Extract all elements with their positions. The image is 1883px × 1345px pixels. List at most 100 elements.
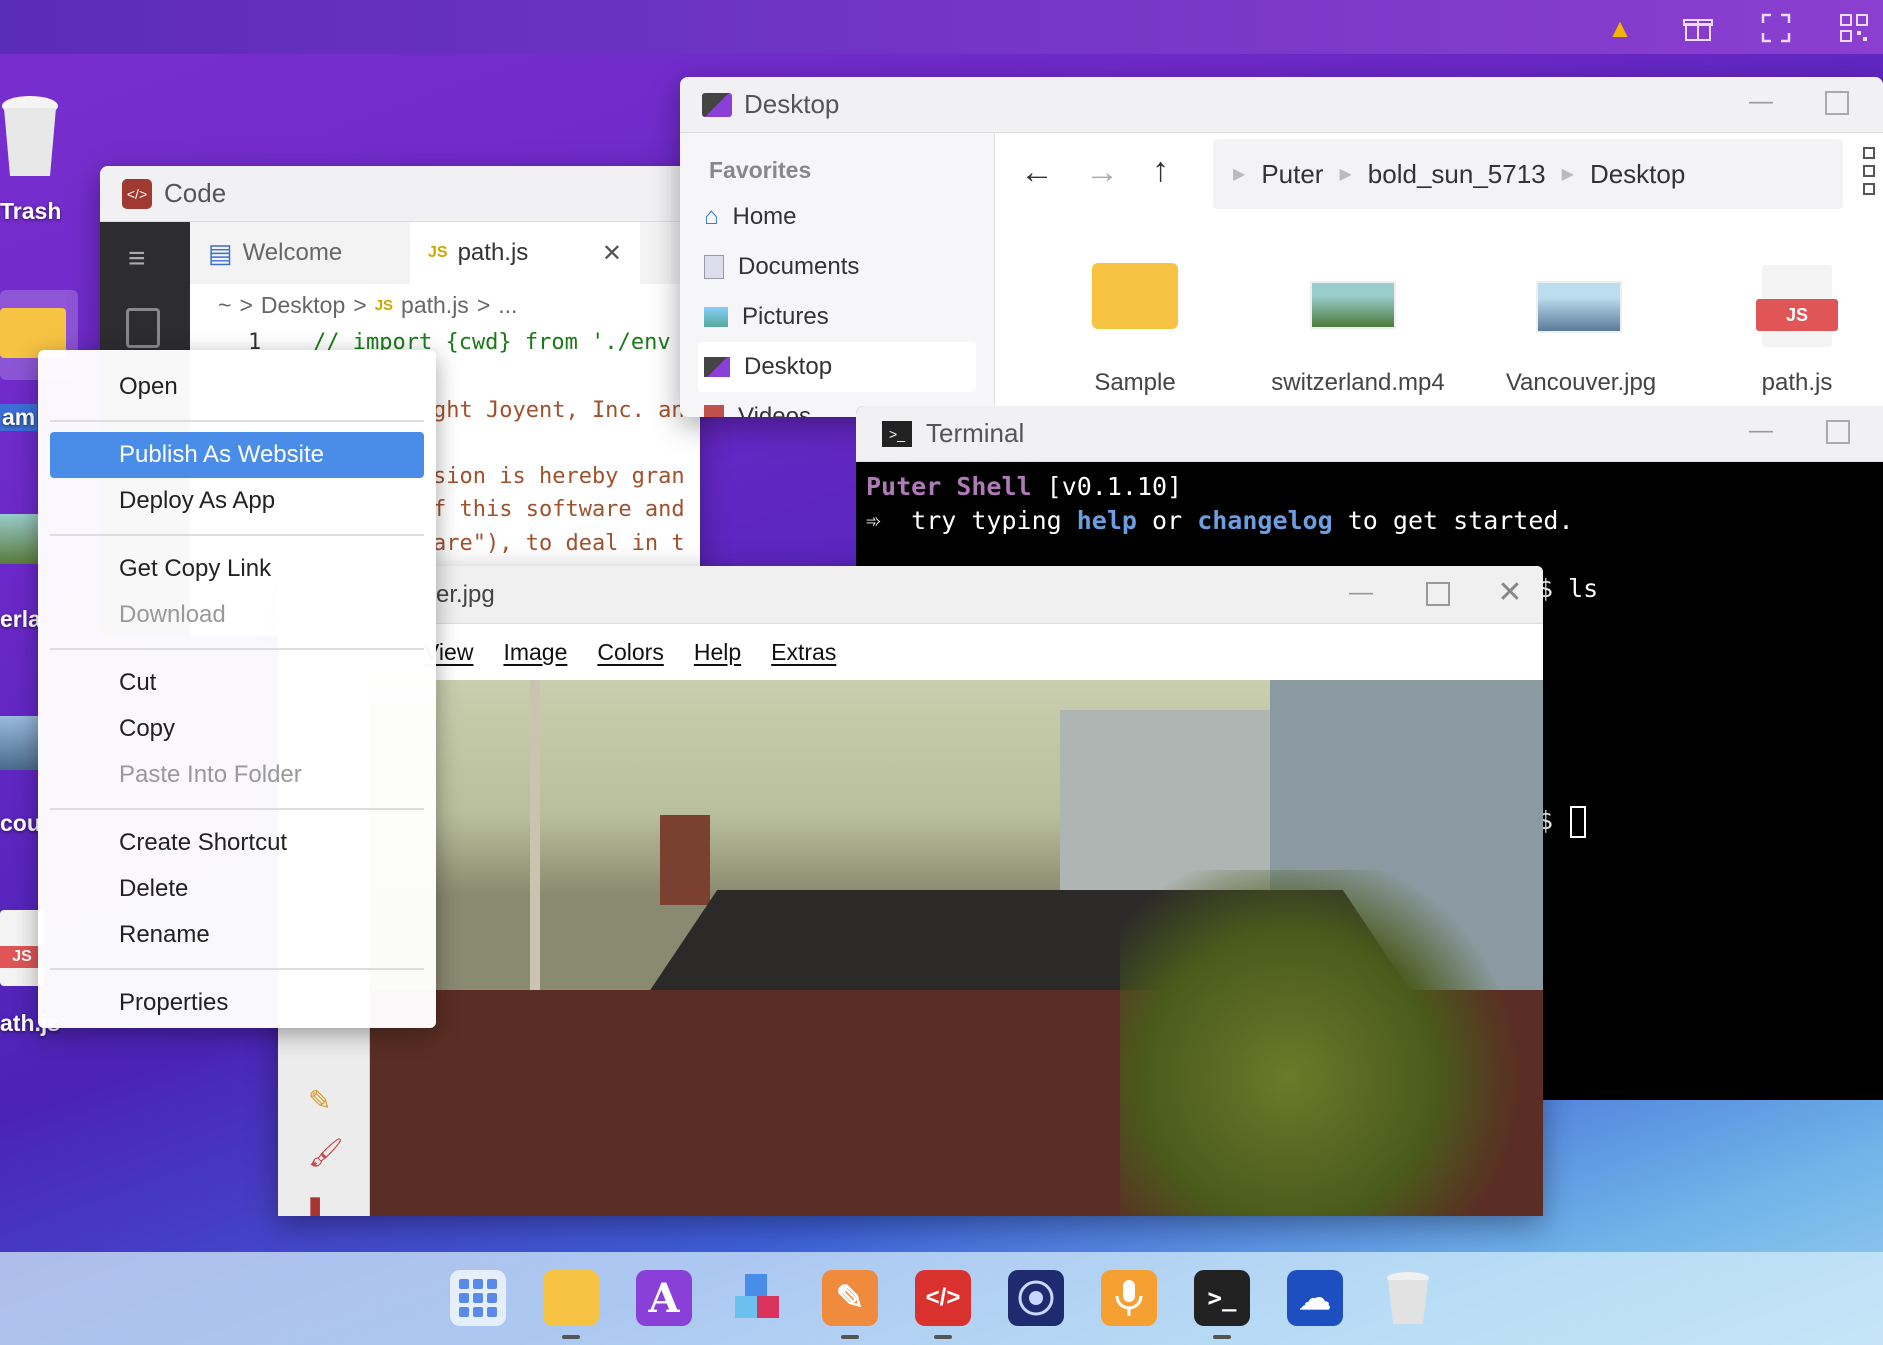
file-label[interactable]: Vancouver.jpg bbox=[1481, 369, 1681, 397]
explorer-icon[interactable] bbox=[126, 308, 160, 348]
terminal-cursor[interactable] bbox=[1570, 806, 1586, 838]
menu-item-rename[interactable]: Rename bbox=[50, 912, 424, 958]
tab-pathjs[interactable]: JS path.js ✕ bbox=[410, 222, 640, 284]
menu-item-get-copy-link[interactable]: Get Copy Link bbox=[50, 546, 424, 592]
minimize-button[interactable]: — bbox=[1348, 580, 1374, 606]
text: try typing bbox=[911, 506, 1062, 535]
file-label[interactable]: Sample bbox=[1035, 369, 1235, 397]
minimize-button[interactable]: — bbox=[1748, 89, 1774, 115]
favorite-desktop[interactable]: Desktop bbox=[698, 342, 976, 392]
menu-item-publish-as-website[interactable]: Publish As Website bbox=[50, 432, 424, 478]
changelog-keyword[interactable]: changelog bbox=[1197, 506, 1332, 535]
forward-button[interactable]: → bbox=[1085, 153, 1119, 192]
menu-colors[interactable]: Colors bbox=[597, 639, 663, 666]
paint-canvas[interactable] bbox=[370, 680, 1543, 1216]
terminal-line: Puter Shell [v0.1.10] bbox=[866, 472, 1182, 501]
shell-name: Puter Shell bbox=[866, 472, 1032, 501]
editor-app-icon[interactable]: A bbox=[636, 1270, 692, 1326]
menu-help[interactable]: Help bbox=[694, 639, 741, 666]
menu-item-open[interactable]: Open bbox=[50, 364, 424, 410]
trash-desktop-icon[interactable] bbox=[0, 92, 60, 178]
code-line[interactable]: sion is hereby gran bbox=[433, 464, 685, 489]
explorer-titlebar[interactable]: Desktop bbox=[680, 77, 1883, 133]
favorites-sidebar: Favorites ⌂ Home Documents Pictures Deskt… bbox=[680, 133, 995, 417]
minimize-button[interactable]: — bbox=[1748, 418, 1774, 444]
code-tab-bar: ▤ Welcome JS path.js ✕ bbox=[190, 222, 700, 284]
paint-app-icon[interactable]: ✎ bbox=[822, 1270, 878, 1326]
code-titlebar[interactable]: </> Code bbox=[100, 166, 700, 222]
code-line[interactable]: ght Joyent, Inc. an bbox=[433, 398, 685, 423]
menu-item-deploy-as-app[interactable]: Deploy As App bbox=[50, 478, 424, 524]
up-button[interactable]: ↑ bbox=[1152, 151, 1169, 190]
terminal-app-icon: >_ bbox=[882, 420, 912, 447]
view-toggle-icon[interactable] bbox=[1863, 147, 1879, 197]
menu-item-create-shortcut[interactable]: Create Shortcut bbox=[50, 820, 424, 866]
file-label[interactable]: switzerland.mp4 bbox=[1258, 369, 1458, 397]
trash-taskbar-icon[interactable] bbox=[1380, 1270, 1436, 1326]
maximize-button[interactable] bbox=[1826, 420, 1850, 444]
recorder-app-icon[interactable] bbox=[1101, 1270, 1157, 1326]
crumb-file[interactable]: path.js bbox=[401, 292, 469, 320]
network-app-icon[interactable]: ☁ bbox=[1287, 1270, 1343, 1326]
favorite-documents[interactable]: Documents bbox=[680, 242, 994, 292]
crumb-more[interactable]: ... bbox=[498, 292, 517, 320]
qr-code-icon[interactable] bbox=[1836, 10, 1872, 46]
close-tab-icon[interactable]: ✕ bbox=[602, 239, 622, 268]
terminal-titlebar[interactable]: >_ Terminal bbox=[856, 406, 1883, 462]
menu-image[interactable]: Image bbox=[503, 639, 567, 666]
warning-icon[interactable]: ▲ bbox=[1602, 10, 1638, 46]
welcome-icon: ▤ bbox=[208, 237, 233, 268]
documents-icon bbox=[704, 255, 724, 279]
code-breadcrumb: ~ > Desktop > JS path.js > ... bbox=[218, 292, 517, 320]
folder-icon[interactable] bbox=[1092, 263, 1178, 329]
paint-window: er.jpg — ✕ View Image Colors Help Extras… bbox=[278, 566, 1543, 1216]
airbrush-tool-icon[interactable]: ▮ bbox=[308, 1190, 322, 1216]
menu-item-cut[interactable]: Cut bbox=[50, 660, 424, 706]
code-line[interactable]: f this software and bbox=[433, 497, 685, 522]
path-segment[interactable]: Desktop bbox=[1590, 159, 1685, 190]
brush-tool-icon[interactable]: 🖌 bbox=[308, 1136, 344, 1169]
tab-welcome[interactable]: ▤ Welcome bbox=[190, 222, 410, 284]
menu-separator bbox=[50, 968, 424, 970]
menu-item-properties[interactable]: Properties bbox=[50, 980, 424, 1026]
menu-extras[interactable]: Extras bbox=[771, 639, 836, 666]
camera-app-icon[interactable] bbox=[1008, 1270, 1064, 1326]
image-thumbnail-icon[interactable] bbox=[0, 716, 40, 770]
code-app-icon[interactable]: </> bbox=[915, 1270, 971, 1326]
path-segment[interactable]: Puter bbox=[1261, 159, 1323, 190]
code-line[interactable]: are"), to deal in t bbox=[433, 531, 685, 556]
app-launcher-icon[interactable] bbox=[450, 1270, 506, 1326]
favorite-home[interactable]: ⌂ Home bbox=[680, 192, 994, 242]
pencil-tool-icon[interactable]: ✎ bbox=[308, 1084, 331, 1117]
fullscreen-icon[interactable] bbox=[1758, 10, 1794, 46]
favorite-pictures[interactable]: Pictures bbox=[680, 292, 994, 342]
desktop-label-trash: Trash bbox=[0, 198, 62, 224]
image-thumbnail-icon[interactable] bbox=[1536, 281, 1622, 333]
maximize-button[interactable] bbox=[1426, 582, 1450, 606]
js-file-icon[interactable]: JS bbox=[1756, 265, 1838, 347]
menu-item-delete[interactable]: Delete bbox=[50, 866, 424, 912]
video-thumbnail-icon[interactable] bbox=[1310, 281, 1396, 329]
blocks-app-icon[interactable] bbox=[729, 1270, 785, 1326]
back-button[interactable]: ← bbox=[1020, 153, 1054, 192]
maximize-button[interactable] bbox=[1825, 91, 1849, 115]
crumb-js-badge: JS bbox=[374, 297, 394, 314]
close-button[interactable]: ✕ bbox=[1497, 578, 1523, 608]
favorite-label: Pictures bbox=[742, 303, 829, 330]
crumb-desktop[interactable]: Desktop bbox=[261, 292, 345, 320]
gift-icon[interactable] bbox=[1680, 10, 1716, 46]
files-app-icon[interactable] bbox=[543, 1270, 599, 1326]
terminal-app-icon[interactable]: >_ bbox=[1194, 1270, 1250, 1326]
help-keyword[interactable]: help bbox=[1077, 506, 1137, 535]
menu-item-copy[interactable]: Copy bbox=[50, 706, 424, 752]
video-thumbnail-icon[interactable] bbox=[0, 514, 40, 564]
desktop-label-vancouver: cou bbox=[0, 810, 41, 836]
path-segment[interactable]: bold_sun_5713 bbox=[1368, 159, 1546, 190]
pictures-icon bbox=[704, 307, 728, 327]
desktop-folder-icon bbox=[702, 92, 732, 117]
path-bar[interactable]: ▶ Puter ▶ bold_sun_5713 ▶ Desktop bbox=[1213, 139, 1843, 209]
code-title: Code bbox=[164, 178, 227, 208]
file-label[interactable]: path.js bbox=[1697, 369, 1883, 397]
menu-icon[interactable]: ≡ bbox=[128, 242, 146, 276]
paint-title: er.jpg bbox=[436, 580, 495, 608]
